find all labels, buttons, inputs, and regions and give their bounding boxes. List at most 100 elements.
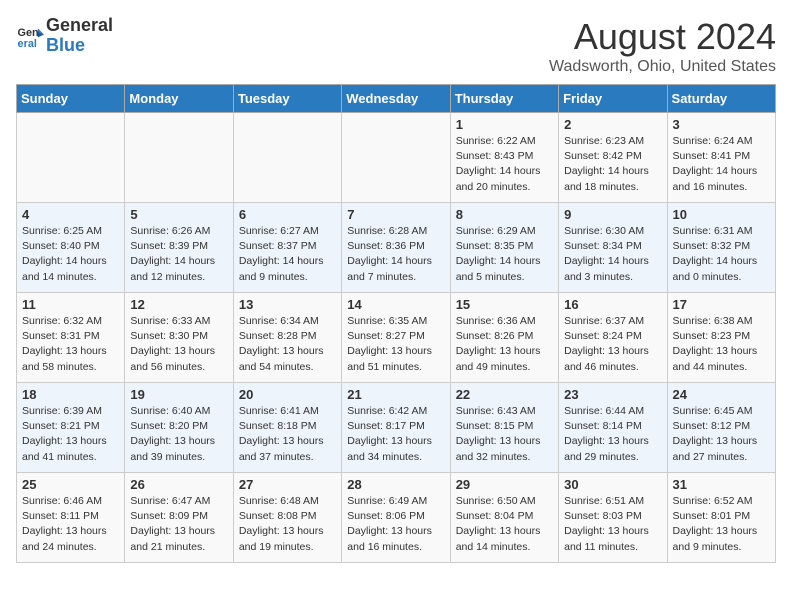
calendar-cell: 13 Sunrise: 6:34 AMSunset: 8:28 PMDayligh… xyxy=(233,293,341,383)
calendar-cell: 26Sunrise: 6:47 AMSunset: 8:09 PMDayligh… xyxy=(125,473,233,563)
day-number: 25 xyxy=(22,477,119,492)
day-info: Sunrise: 6:43 AMSunset: 8:15 PMDaylight:… xyxy=(456,404,553,465)
day-number: 26 xyxy=(130,477,227,492)
day-number: 3 xyxy=(673,117,770,132)
day-info: Sunrise: 6:30 AMSunset: 8:34 PMDaylight:… xyxy=(564,224,661,285)
day-info: Sunrise: 6:34 AMSunset: 8:28 PMDaylight:… xyxy=(239,314,336,375)
calendar-cell: 29 Sunrise: 6:50 AMSunset: 8:04 PMDayligh… xyxy=(450,473,558,563)
day-number: 23 xyxy=(564,387,661,402)
day-info: Sunrise: 6:36 AMSunset: 8:26 PMDaylight:… xyxy=(456,314,553,375)
day-info: Sunrise: 6:27 AMSunset: 8:37 PMDaylight:… xyxy=(239,224,336,285)
weekday-header-monday: Monday xyxy=(125,85,233,113)
day-number: 1 xyxy=(456,117,553,132)
title-area: August 2024 Wadsworth, Ohio, United Stat… xyxy=(549,16,776,76)
calendar-table: SundayMondayTuesdayWednesdayThursdayFrid… xyxy=(16,84,776,563)
day-number: 21 xyxy=(347,387,444,402)
calendar-cell: 9 Sunrise: 6:30 AMSunset: 8:34 PMDaylight… xyxy=(559,203,667,293)
day-info: Sunrise: 6:50 AMSunset: 8:04 PMDaylight:… xyxy=(456,494,553,555)
day-number: 14 xyxy=(347,297,444,312)
day-info: Sunrise: 6:26 AMSunset: 8:39 PMDaylight:… xyxy=(130,224,227,285)
day-info: Sunrise: 6:28 AMSunset: 8:36 PMDaylight:… xyxy=(347,224,444,285)
calendar-cell: 11Sunrise: 6:32 AMSunset: 8:31 PMDayligh… xyxy=(17,293,125,383)
day-number: 31 xyxy=(673,477,770,492)
calendar-cell: 4 Sunrise: 6:25 AMSunset: 8:40 PMDaylight… xyxy=(17,203,125,293)
weekday-header-tuesday: Tuesday xyxy=(233,85,341,113)
day-info: Sunrise: 6:31 AMSunset: 8:32 PMDaylight:… xyxy=(673,224,770,285)
day-number: 18 xyxy=(22,387,119,402)
day-info: Sunrise: 6:25 AMSunset: 8:40 PMDaylight:… xyxy=(22,224,119,285)
day-number: 19 xyxy=(130,387,227,402)
day-number: 9 xyxy=(564,207,661,222)
day-number: 4 xyxy=(22,207,119,222)
day-number: 12 xyxy=(130,297,227,312)
calendar-cell: 21 Sunrise: 6:42 AMSunset: 8:17 PMDayligh… xyxy=(342,383,450,473)
day-info: Sunrise: 6:35 AMSunset: 8:27 PMDaylight:… xyxy=(347,314,444,375)
day-info: Sunrise: 6:49 AMSunset: 8:06 PMDaylight:… xyxy=(347,494,444,555)
calendar-cell: 8 Sunrise: 6:29 AMSunset: 8:35 PMDaylight… xyxy=(450,203,558,293)
location-title: Wadsworth, Ohio, United States xyxy=(549,58,776,76)
logo: Gen eral General Blue xyxy=(16,16,113,56)
week-row-3: 11Sunrise: 6:32 AMSunset: 8:31 PMDayligh… xyxy=(17,293,776,383)
calendar-cell: 30Sunrise: 6:51 AMSunset: 8:03 PMDayligh… xyxy=(559,473,667,563)
calendar-cell: 14 Sunrise: 6:35 AMSunset: 8:27 PMDayligh… xyxy=(342,293,450,383)
calendar-cell: 5Sunrise: 6:26 AMSunset: 8:39 PMDaylight… xyxy=(125,203,233,293)
calendar-cell: 20 Sunrise: 6:41 AMSunset: 8:18 PMDayligh… xyxy=(233,383,341,473)
calendar-cell: 10Sunrise: 6:31 AMSunset: 8:32 PMDayligh… xyxy=(667,203,775,293)
day-info: Sunrise: 6:37 AMSunset: 8:24 PMDaylight:… xyxy=(564,314,661,375)
weekday-header-saturday: Saturday xyxy=(667,85,775,113)
calendar-cell: 27Sunrise: 6:48 AMSunset: 8:08 PMDayligh… xyxy=(233,473,341,563)
calendar-cell: 18 Sunrise: 6:39 AMSunset: 8:21 PMDayligh… xyxy=(17,383,125,473)
logo-general: General xyxy=(46,16,113,36)
calendar-cell xyxy=(125,113,233,203)
calendar-cell: 12 Sunrise: 6:33 AMSunset: 8:30 PMDayligh… xyxy=(125,293,233,383)
day-number: 16 xyxy=(564,297,661,312)
logo-icon: Gen eral xyxy=(16,22,44,50)
weekday-header-row: SundayMondayTuesdayWednesdayThursdayFrid… xyxy=(17,85,776,113)
day-info: Sunrise: 6:39 AMSunset: 8:21 PMDaylight:… xyxy=(22,404,119,465)
day-number: 28 xyxy=(347,477,444,492)
day-info: Sunrise: 6:44 AMSunset: 8:14 PMDaylight:… xyxy=(564,404,661,465)
day-info: Sunrise: 6:33 AMSunset: 8:30 PMDaylight:… xyxy=(130,314,227,375)
logo-text: General Blue xyxy=(46,16,113,56)
calendar-cell: 16 Sunrise: 6:37 AMSunset: 8:24 PMDayligh… xyxy=(559,293,667,383)
day-number: 8 xyxy=(456,207,553,222)
day-info: Sunrise: 6:38 AMSunset: 8:23 PMDaylight:… xyxy=(673,314,770,375)
calendar-body: 1 Sunrise: 6:22 AMSunset: 8:43 PMDaylight… xyxy=(17,113,776,563)
calendar-cell: 25Sunrise: 6:46 AMSunset: 8:11 PMDayligh… xyxy=(17,473,125,563)
day-info: Sunrise: 6:40 AMSunset: 8:20 PMDaylight:… xyxy=(130,404,227,465)
calendar-cell xyxy=(342,113,450,203)
day-number: 15 xyxy=(456,297,553,312)
day-info: Sunrise: 6:51 AMSunset: 8:03 PMDaylight:… xyxy=(564,494,661,555)
day-number: 22 xyxy=(456,387,553,402)
week-row-4: 18 Sunrise: 6:39 AMSunset: 8:21 PMDayligh… xyxy=(17,383,776,473)
day-number: 29 xyxy=(456,477,553,492)
calendar-cell: 17 Sunrise: 6:38 AMSunset: 8:23 PMDayligh… xyxy=(667,293,775,383)
calendar-cell: 19 Sunrise: 6:40 AMSunset: 8:20 PMDayligh… xyxy=(125,383,233,473)
day-info: Sunrise: 6:42 AMSunset: 8:17 PMDaylight:… xyxy=(347,404,444,465)
day-info: Sunrise: 6:45 AMSunset: 8:12 PMDaylight:… xyxy=(673,404,770,465)
logo-blue-text: Blue xyxy=(46,36,113,56)
calendar-cell: 6Sunrise: 6:27 AMSunset: 8:37 PMDaylight… xyxy=(233,203,341,293)
calendar-cell: 22 Sunrise: 6:43 AMSunset: 8:15 PMDayligh… xyxy=(450,383,558,473)
day-number: 17 xyxy=(673,297,770,312)
week-row-1: 1 Sunrise: 6:22 AMSunset: 8:43 PMDaylight… xyxy=(17,113,776,203)
day-info: Sunrise: 6:29 AMSunset: 8:35 PMDaylight:… xyxy=(456,224,553,285)
calendar-cell: 7Sunrise: 6:28 AMSunset: 8:36 PMDaylight… xyxy=(342,203,450,293)
day-number: 27 xyxy=(239,477,336,492)
day-info: Sunrise: 6:22 AMSunset: 8:43 PMDaylight:… xyxy=(456,134,553,195)
weekday-header-friday: Friday xyxy=(559,85,667,113)
weekday-header-thursday: Thursday xyxy=(450,85,558,113)
calendar-cell: 15 Sunrise: 6:36 AMSunset: 8:26 PMDayligh… xyxy=(450,293,558,383)
calendar-cell: 2Sunrise: 6:23 AMSunset: 8:42 PMDaylight… xyxy=(559,113,667,203)
day-number: 20 xyxy=(239,387,336,402)
day-info: Sunrise: 6:41 AMSunset: 8:18 PMDaylight:… xyxy=(239,404,336,465)
month-title: August 2024 xyxy=(549,16,776,58)
calendar-cell: 1 Sunrise: 6:22 AMSunset: 8:43 PMDaylight… xyxy=(450,113,558,203)
calendar-cell: 3Sunrise: 6:24 AMSunset: 8:41 PMDaylight… xyxy=(667,113,775,203)
weekday-header-wednesday: Wednesday xyxy=(342,85,450,113)
calendar-cell: 31Sunrise: 6:52 AMSunset: 8:01 PMDayligh… xyxy=(667,473,775,563)
weekday-header-sunday: Sunday xyxy=(17,85,125,113)
day-number: 11 xyxy=(22,297,119,312)
day-number: 13 xyxy=(239,297,336,312)
day-info: Sunrise: 6:23 AMSunset: 8:42 PMDaylight:… xyxy=(564,134,661,195)
